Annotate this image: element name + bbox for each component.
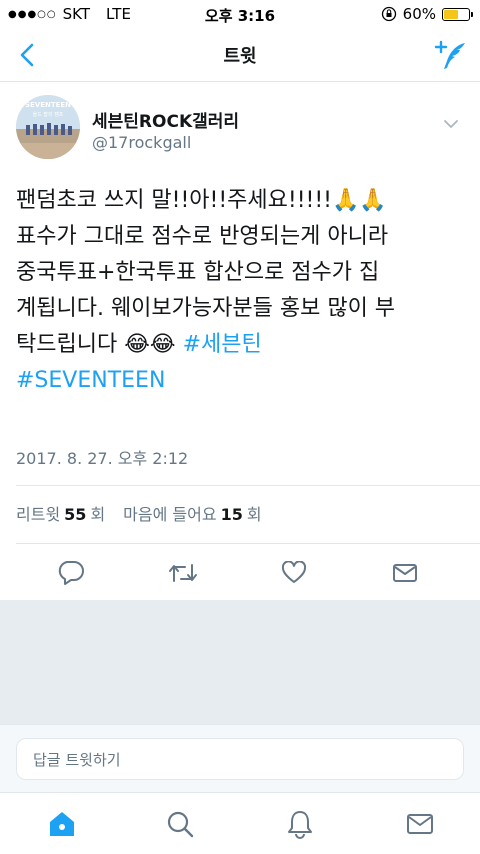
hashtag-seventeen-en[interactable]: #SEVENTEEN bbox=[16, 368, 165, 393]
retweets-count[interactable]: 55 bbox=[64, 505, 86, 524]
tweet-timestamp: 2017. 8. 27. 오후 2:12 bbox=[16, 449, 189, 468]
envelope-icon bbox=[393, 564, 417, 582]
avatar-image: SEVENTEEN 올드 팝의 캠프 bbox=[16, 95, 80, 159]
likes-count[interactable]: 15 bbox=[221, 505, 243, 524]
avatar-text-1: SEVENTEEN bbox=[25, 101, 71, 109]
retweets-label[interactable]: 리트윗 bbox=[16, 501, 60, 525]
search-icon bbox=[167, 811, 194, 838]
tab-notifications[interactable] bbox=[283, 807, 317, 841]
reply-icon bbox=[58, 561, 84, 585]
bell-icon bbox=[288, 811, 312, 839]
tab-home[interactable] bbox=[45, 807, 79, 841]
like-button[interactable] bbox=[277, 557, 311, 589]
empty-replies-area bbox=[0, 600, 480, 724]
compose-tweet-button[interactable] bbox=[432, 36, 470, 74]
chevron-down-icon[interactable] bbox=[442, 115, 460, 133]
envelope-icon bbox=[407, 814, 433, 834]
status-right: 60% bbox=[381, 5, 473, 23]
author-handle[interactable]: @17rockgall bbox=[92, 133, 191, 152]
battery-fill bbox=[444, 9, 459, 19]
retweet-button[interactable] bbox=[166, 557, 200, 589]
battery-percent: 60% bbox=[402, 5, 436, 23]
tab-search[interactable] bbox=[163, 807, 197, 841]
home-icon bbox=[50, 812, 74, 836]
tab-messages[interactable] bbox=[403, 807, 437, 841]
likes-label[interactable]: 마음에 들어요 bbox=[123, 501, 216, 525]
retweets-unit: 회 bbox=[90, 505, 106, 524]
compose-feather-icon bbox=[434, 40, 465, 69]
direct-message-button[interactable] bbox=[388, 557, 422, 589]
tweet-author[interactable]: SEVENTEEN 올드 팝의 캠프 세븐틴ROCK갤러리 @17rockgal… bbox=[16, 95, 464, 165]
likes-unit: 회 bbox=[246, 505, 262, 524]
tab-bar bbox=[0, 792, 480, 854]
nav-bar: 트윗 bbox=[0, 28, 480, 82]
battery-icon bbox=[442, 7, 473, 21]
heart-icon bbox=[281, 561, 307, 583]
tweet-stats: 리트윗 55 회 마음에 들어요 15 회 bbox=[16, 501, 262, 525]
retweet-icon bbox=[169, 564, 197, 582]
tweet-text: 팬덤초코 쓰지 말!!아!!주세요!!!!!🙏🙏 표수가 그대로 점수로 반영되… bbox=[16, 183, 468, 399]
reply-input[interactable]: 답글 트윗하기 bbox=[16, 738, 464, 780]
reply-button[interactable] bbox=[54, 557, 88, 589]
hashtag-seventeen-ko[interactable]: #세븐틴 bbox=[183, 332, 262, 357]
divider bbox=[16, 543, 480, 544]
author-name[interactable]: 세븐틴ROCK갤러리 bbox=[92, 107, 239, 132]
orientation-lock-icon bbox=[381, 6, 396, 22]
status-bar: ●●●○○ SKT LTE 오후 3:16 60% bbox=[0, 0, 480, 28]
avatar-text-2: 올드 팝의 캠프 bbox=[33, 111, 64, 118]
reply-bar: 답글 트윗하기 bbox=[0, 724, 480, 792]
tweet-actions bbox=[0, 553, 480, 593]
avatar[interactable]: SEVENTEEN 올드 팝의 캠프 bbox=[16, 95, 80, 159]
page-title: 트윗 bbox=[223, 46, 257, 67]
divider bbox=[16, 485, 480, 486]
